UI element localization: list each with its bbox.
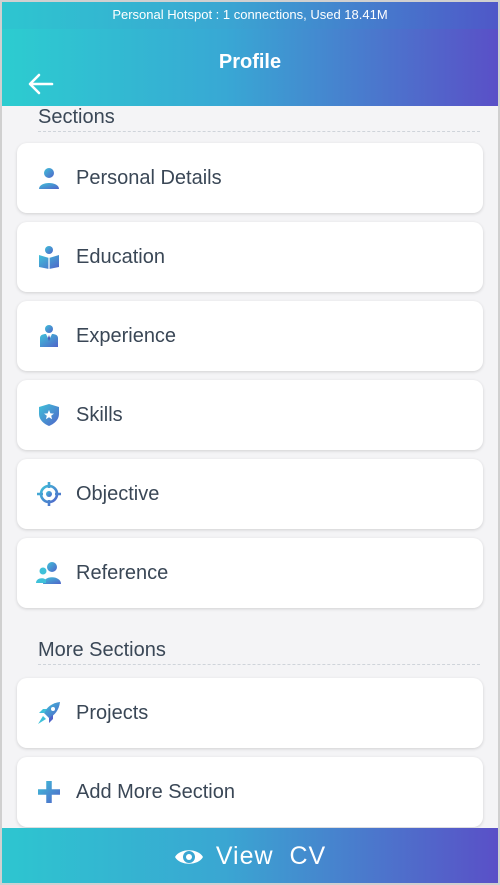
section-item-personal-details[interactable]: Personal Details [17, 143, 483, 213]
add-more-section-button[interactable]: Add More Section [17, 757, 483, 827]
section-item-label: Education [76, 245, 165, 268]
people-icon [36, 560, 62, 586]
book-reader-icon [36, 244, 62, 270]
eye-icon [174, 849, 203, 864]
rocket-icon [36, 700, 62, 726]
sections-heading: Sections [38, 106, 115, 128]
profile-content[interactable]: Sections Personal Details Education Expe… [0, 106, 500, 828]
section-item-reference[interactable]: Reference [17, 538, 483, 608]
page-title: Profile [218, 51, 282, 73]
view-cv-button[interactable]: View CV [0, 828, 500, 885]
plus-icon [36, 779, 62, 805]
view-cv-label: View CV [215, 842, 327, 870]
section-item-label: Experience [76, 324, 177, 347]
status-bar: Personal Hotspot : 1 connections, Used 1… [0, 0, 500, 29]
section-item-label: Objective [76, 482, 160, 505]
app-bar: Profile [0, 29, 500, 106]
section-item-label: Skills [76, 403, 123, 426]
sections-divider [38, 131, 480, 132]
arrow-left-icon [28, 73, 54, 95]
person-icon [36, 165, 62, 191]
section-item-education[interactable]: Education [17, 222, 483, 292]
back-button[interactable] [26, 69, 56, 99]
section-item-skills[interactable]: Skills [17, 380, 483, 450]
shield-star-icon [36, 402, 62, 428]
section-item-label: Add More Section [76, 780, 235, 803]
section-item-projects[interactable]: Projects [17, 678, 483, 748]
section-item-label: Reference [76, 561, 169, 584]
status-text: Personal Hotspot : 1 connections, Used 1… [112, 7, 388, 22]
section-item-objective[interactable]: Objective [17, 459, 483, 529]
crosshair-icon [36, 481, 62, 507]
more-sections-heading: More Sections [38, 639, 166, 661]
section-item-label: Personal Details [76, 166, 222, 189]
more-sections-divider [38, 664, 480, 665]
section-item-label: Projects [76, 701, 149, 724]
section-item-experience[interactable]: Experience [17, 301, 483, 371]
businessman-icon [36, 323, 62, 349]
